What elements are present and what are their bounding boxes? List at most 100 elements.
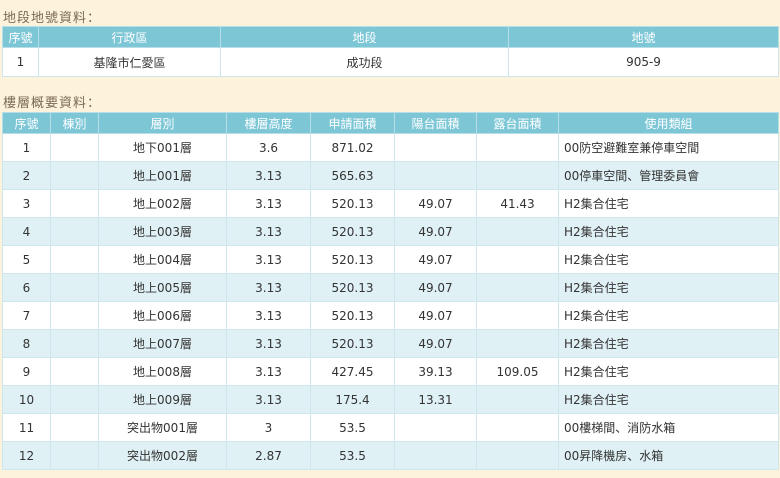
floor-cell-index: 10 <box>2 385 51 414</box>
floor-header-level: 層別 <box>98 112 227 134</box>
floor-cell-terrace-area <box>476 329 559 358</box>
floor-cell-height: 3.13 <box>226 217 311 246</box>
floor-cell-applied-area: 175.4 <box>310 385 395 414</box>
floor-cell-balcony-area: 13.31 <box>394 385 477 414</box>
floor-cell-level: 地上004層 <box>98 245 227 274</box>
floor-cell-balcony-area <box>394 441 477 470</box>
floor-header-balcony-area: 陽台面積 <box>394 112 477 134</box>
floor-cell-usage: 00樓梯間、消防水箱 <box>558 413 779 442</box>
floor-cell-level: 地上002層 <box>98 189 227 218</box>
floor-cell-applied-area: 520.13 <box>310 273 395 302</box>
floor-table-header-row: 序號 棟別 層別 樓層高度 申請面積 陽台面積 露台面積 使用類組 <box>2 112 779 134</box>
floor-cell-index: 5 <box>2 245 51 274</box>
floor-cell-applied-area: 871.02 <box>310 133 395 162</box>
floor-cell-height: 3.6 <box>226 133 311 162</box>
table-row: 5 地上004層 3.13 520.13 49.07 H2集合住宅 <box>2 245 779 274</box>
floor-cell-usage: H2集合住宅 <box>558 189 779 218</box>
table-row: 8 地上007層 3.13 520.13 49.07 H2集合住宅 <box>2 329 779 358</box>
floor-cell-terrace-area <box>476 133 559 162</box>
floor-header-usage: 使用類組 <box>558 112 779 134</box>
land-cell-index: 1 <box>2 47 39 77</box>
table-row: 2 地上001層 3.13 565.63 00停車空間、管理委員會 <box>2 161 779 190</box>
floor-cell-balcony-area <box>394 413 477 442</box>
table-row: 11 突出物001層 3 53.5 00樓梯間、消防水箱 <box>2 413 779 442</box>
floor-cell-building <box>50 161 99 190</box>
floor-cell-level: 突出物002層 <box>98 441 227 470</box>
floor-cell-usage: H2集合住宅 <box>558 273 779 302</box>
floor-cell-terrace-area <box>476 217 559 246</box>
floor-cell-building <box>50 301 99 330</box>
floor-header-height: 樓層高度 <box>226 112 311 134</box>
floor-cell-balcony-area: 49.07 <box>394 245 477 274</box>
land-cell-lot-number: 905-9 <box>508 47 779 77</box>
floor-cell-balcony-area: 49.07 <box>394 217 477 246</box>
floor-cell-terrace-area: 41.43 <box>476 189 559 218</box>
floor-cell-usage: H2集合住宅 <box>558 245 779 274</box>
floor-cell-usage: H2集合住宅 <box>558 301 779 330</box>
floor-cell-level: 地上001層 <box>98 161 227 190</box>
floor-cell-building <box>50 357 99 386</box>
floor-cell-height: 3.13 <box>226 189 311 218</box>
floor-cell-terrace-area: 109.05 <box>476 357 559 386</box>
table-row: 7 地上006層 3.13 520.13 49.07 H2集合住宅 <box>2 301 779 330</box>
floor-cell-building <box>50 385 99 414</box>
floor-cell-height: 3.13 <box>226 329 311 358</box>
floor-header-index: 序號 <box>2 112 51 134</box>
floor-cell-index: 2 <box>2 161 51 190</box>
floor-cell-building <box>50 273 99 302</box>
floor-cell-level: 地上007層 <box>98 329 227 358</box>
land-cell-district: 基隆市仁愛區 <box>38 47 221 77</box>
floor-cell-building <box>50 441 99 470</box>
table-row: 3 地上002層 3.13 520.13 49.07 41.43 H2集合住宅 <box>2 189 779 218</box>
floor-cell-building <box>50 133 99 162</box>
floor-section-title: 樓層概要資料： <box>3 96 102 111</box>
land-header-district: 行政區 <box>38 26 221 48</box>
floor-cell-balcony-area <box>394 161 477 190</box>
floor-cell-level: 突出物001層 <box>98 413 227 442</box>
floor-cell-height: 3.13 <box>226 161 311 190</box>
floor-cell-index: 12 <box>2 441 51 470</box>
floor-cell-applied-area: 565.63 <box>310 161 395 190</box>
floor-cell-applied-area: 427.45 <box>310 357 395 386</box>
floor-cell-applied-area: 53.5 <box>310 441 395 470</box>
floor-cell-balcony-area: 49.07 <box>394 273 477 302</box>
land-section-title: 地段地號資料： <box>3 11 102 26</box>
floor-cell-building <box>50 189 99 218</box>
floor-cell-index: 4 <box>2 217 51 246</box>
floor-cell-building <box>50 217 99 246</box>
table-row: 12 突出物002層 2.87 53.5 00昇降機房、水箱 <box>2 441 779 470</box>
floor-cell-applied-area: 520.13 <box>310 301 395 330</box>
floor-cell-usage: 00停車空間、管理委員會 <box>558 161 779 190</box>
floor-cell-building <box>50 329 99 358</box>
floor-header-terrace-area: 露台面積 <box>476 112 559 134</box>
floor-cell-terrace-area <box>476 413 559 442</box>
floor-header-building: 棟別 <box>50 112 99 134</box>
land-header-index: 序號 <box>2 26 39 48</box>
floor-cell-height: 3.13 <box>226 385 311 414</box>
floor-cell-usage: H2集合住宅 <box>558 329 779 358</box>
floor-cell-terrace-area <box>476 273 559 302</box>
floor-cell-level: 地上009層 <box>98 385 227 414</box>
floor-cell-level: 地下001層 <box>98 133 227 162</box>
floor-cell-index: 7 <box>2 301 51 330</box>
floor-cell-index: 1 <box>2 133 51 162</box>
floor-cell-terrace-area <box>476 161 559 190</box>
land-table: 序號 行政區 地段 地號 1 基隆市仁愛區 成功段 905-9 <box>2 26 779 77</box>
floor-cell-terrace-area <box>476 245 559 274</box>
floor-cell-height: 3 <box>226 413 311 442</box>
floor-cell-usage: H2集合住宅 <box>558 357 779 386</box>
land-header-lot-number: 地號 <box>508 26 779 48</box>
floor-cell-usage: 00昇降機房、水箱 <box>558 441 779 470</box>
floor-cell-applied-area: 520.13 <box>310 245 395 274</box>
land-table-row: 1 基隆市仁愛區 成功段 905-9 <box>2 47 779 77</box>
floor-cell-balcony-area <box>394 133 477 162</box>
table-row: 6 地上005層 3.13 520.13 49.07 H2集合住宅 <box>2 273 779 302</box>
floor-cell-height: 3.13 <box>226 301 311 330</box>
floor-cell-level: 地上003層 <box>98 217 227 246</box>
table-row: 10 地上009層 3.13 175.4 13.31 H2集合住宅 <box>2 385 779 414</box>
floor-cell-terrace-area <box>476 441 559 470</box>
land-table-header-row: 序號 行政區 地段 地號 <box>2 26 779 48</box>
table-row: 9 地上008層 3.13 427.45 39.13 109.05 H2集合住宅 <box>2 357 779 386</box>
floor-cell-applied-area: 520.13 <box>310 329 395 358</box>
floor-cell-level: 地上005層 <box>98 273 227 302</box>
